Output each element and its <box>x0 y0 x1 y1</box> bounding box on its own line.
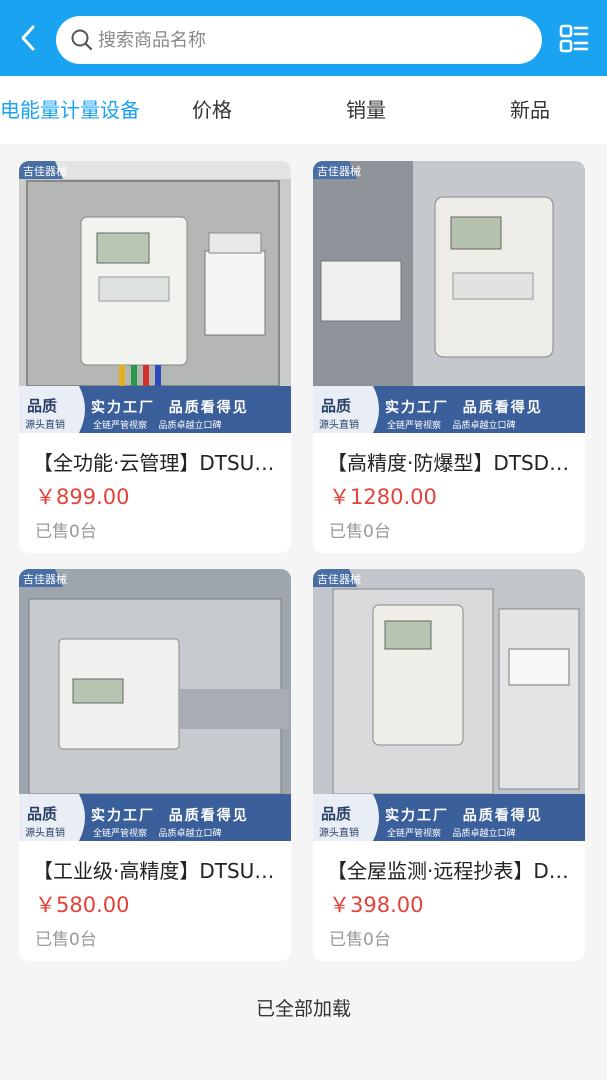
banner-slogan: 实力工厂 品质看得见 <box>91 400 249 416</box>
banner-direct-label: 源头直销 <box>319 828 359 839</box>
product-title: 【工业级·高精度】DTSU666-2 <box>33 859 281 883</box>
tab-price[interactable]: 价格 <box>192 76 232 144</box>
tab-new[interactable]: 新品 <box>510 76 550 144</box>
banner-subslogan: 全链严管视察 品质卓越立口碑 <box>93 421 222 431</box>
search-icon <box>71 29 93 51</box>
product-title: 【全屋监测·远程抄表】DTZY <box>327 859 575 883</box>
search-box[interactable] <box>56 16 542 64</box>
brand-tag: 吉佳器械 <box>23 573 67 586</box>
tab-sales[interactable]: 销量 <box>346 76 386 144</box>
product-price: ￥398.00 <box>329 893 424 917</box>
brand-tag: 吉佳器械 <box>317 573 361 586</box>
banner-quality-label: 品质 <box>321 397 352 415</box>
product-image <box>19 161 291 433</box>
product-sold-count: 已售0台 <box>35 930 97 950</box>
search-input[interactable] <box>98 29 518 51</box>
product-sold-count: 已售0台 <box>329 522 391 542</box>
banner-quality-label: 品质 <box>27 805 58 823</box>
banner-subslogan: 全链严管视察 品质卓越立口碑 <box>93 829 222 839</box>
banner-quality-label: 品质 <box>27 397 58 415</box>
banner-direct-label: 源头直销 <box>25 420 65 431</box>
grid-list-icon <box>559 24 589 53</box>
banner-quality-label: 品质 <box>321 805 352 823</box>
banner-slogan: 实力工厂 品质看得见 <box>385 808 543 824</box>
tab-category[interactable]: 电能量计量设备 <box>0 76 140 144</box>
list-end-message: 已全部加载 <box>255 998 351 1020</box>
banner-slogan: 实力工厂 品质看得见 <box>385 400 543 416</box>
banner-subslogan: 全链严管视察 品质卓越立口碑 <box>387 829 516 839</box>
banner-direct-label: 源头直销 <box>319 420 359 431</box>
banner-slogan: 实力工厂 品质看得见 <box>91 808 249 824</box>
product-title: 【高精度·防爆型】DTSD1352 <box>327 451 575 475</box>
layout-toggle-button[interactable] <box>554 22 594 56</box>
product-sold-count: 已售0台 <box>329 930 391 950</box>
product-price: ￥1280.00 <box>329 485 437 509</box>
product-image <box>313 569 585 841</box>
chevron-left-icon <box>21 25 35 51</box>
product-card[interactable]: 吉佳器械 品质 源头直销 实力工厂 品质看得见 全链严管视察 品质卓越立口碑 【… <box>19 569 291 961</box>
product-card[interactable]: 吉佳器械 品质 源头直销 实力工厂 品质看得见 全链严管视察 品质卓越立口碑 【… <box>313 569 585 961</box>
product-image <box>313 161 585 433</box>
brand-tag: 吉佳器械 <box>317 165 361 178</box>
product-price: ￥580.00 <box>35 893 130 917</box>
back-button[interactable] <box>0 0 56 76</box>
product-title: 【全功能·云管理】DTSU666 <box>33 451 281 475</box>
brand-tag: 吉佳器械 <box>23 165 67 178</box>
sort-tabs: 电能量计量设备 价格 销量 新品 <box>0 76 607 144</box>
product-card[interactable]: 吉佳器械 品质 源头直销 实力工厂 品质看得见 全链严管视察 品质卓越立口碑 【… <box>19 161 291 553</box>
product-card[interactable]: 吉佳器械 品质 源头直销 实力工厂 品质看得见 全链严管视察 品质卓越立口碑 【… <box>313 161 585 553</box>
product-sold-count: 已售0台 <box>35 522 97 542</box>
product-price: ￥899.00 <box>35 485 130 509</box>
product-image <box>19 569 291 841</box>
top-bar <box>0 0 607 76</box>
banner-direct-label: 源头直销 <box>25 828 65 839</box>
banner-subslogan: 全链严管视察 品质卓越立口碑 <box>387 421 516 431</box>
